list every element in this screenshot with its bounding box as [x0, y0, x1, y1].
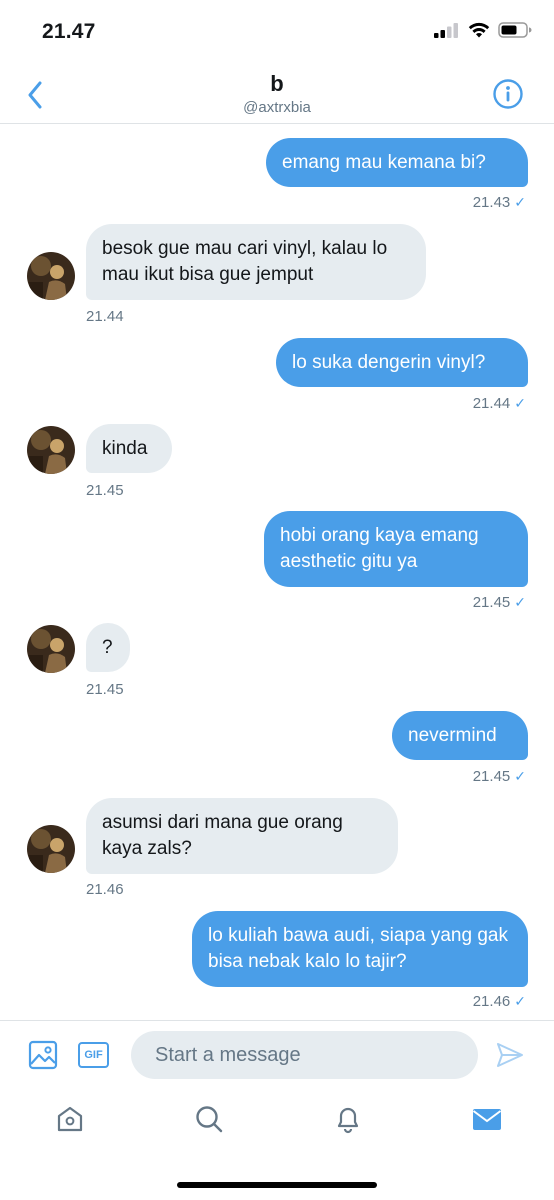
- message-bubble-outgoing[interactable]: emang mau kemana bi?: [266, 138, 528, 187]
- status-time: 21.47: [42, 20, 96, 43]
- check-icon: ✓: [514, 395, 526, 411]
- message-text: besok gue mau cari vinyl, kalau lo mau i…: [102, 238, 388, 285]
- tab-home[interactable]: [55, 1104, 85, 1134]
- message-bubble-incoming[interactable]: asumsi dari mana gue orang kaya zals?: [86, 798, 398, 874]
- search-icon: [196, 1106, 223, 1133]
- tab-notifications[interactable]: [333, 1104, 363, 1134]
- check-icon: ✓: [514, 194, 526, 210]
- check-icon: ✓: [514, 594, 526, 610]
- message-input-placeholder: Start a message: [155, 1043, 301, 1066]
- send-icon: [497, 1043, 523, 1067]
- image-icon: [28, 1040, 58, 1070]
- conversation-title: b: [270, 71, 284, 96]
- conversation-handle: @axtrxbia: [243, 99, 311, 116]
- timestamp-text: 21.45: [472, 594, 511, 611]
- message-bubble-outgoing[interactable]: nevermind: [392, 711, 528, 760]
- tab-search[interactable]: [194, 1104, 224, 1134]
- avatar-image: [27, 825, 75, 873]
- media-button[interactable]: [28, 1040, 58, 1070]
- avatar[interactable]: [27, 825, 75, 873]
- message-bubble-incoming[interactable]: kinda: [86, 424, 172, 473]
- tab-messages[interactable]: [472, 1104, 502, 1134]
- message-bubble-outgoing[interactable]: lo kuliah bawa audi, siapa yang gak bisa…: [192, 911, 528, 987]
- message-timestamp: 21.46 ✓: [473, 993, 526, 1010]
- envelope-icon: [472, 1109, 502, 1130]
- check-icon: ✓: [514, 993, 526, 1009]
- battery-icon: [498, 22, 532, 38]
- message-text: hobi orang kaya emang aesthetic gitu ya: [280, 525, 479, 572]
- message-timestamp: 21.44: [86, 308, 124, 325]
- avatar-image: [27, 252, 75, 300]
- message-bubble-incoming[interactable]: besok gue mau cari vinyl, kalau lo mau i…: [86, 224, 426, 300]
- message-text: emang mau kemana bi?: [282, 151, 486, 173]
- message-text: ?: [102, 636, 113, 658]
- message-timestamp: 21.45: [86, 482, 124, 499]
- timestamp-text: 21.44: [472, 395, 511, 412]
- message-bubble-outgoing[interactable]: hobi orang kaya emang aesthetic gitu ya: [264, 511, 528, 587]
- avatar[interactable]: [27, 252, 75, 300]
- message-text: lo suka dengerin vinyl?: [292, 351, 486, 373]
- timestamp-text: 21.46: [472, 993, 511, 1010]
- home-icon: [57, 1106, 83, 1132]
- avatar-image: [27, 426, 75, 474]
- check-icon: ✓: [514, 768, 526, 784]
- send-button[interactable]: [496, 1041, 524, 1069]
- message-timestamp: 21.45: [86, 681, 124, 698]
- timestamp-text: 21.45: [472, 768, 511, 785]
- bell-icon: [337, 1107, 359, 1134]
- gif-button[interactable]: GIF: [78, 1042, 109, 1068]
- message-list: emang mau kemana bi? 21.43 ✓ besok gue ma…: [0, 124, 554, 1020]
- message-text: asumsi dari mana gue orang kaya zals?: [102, 812, 343, 859]
- home-indicator: [177, 1182, 377, 1188]
- info-icon: [493, 79, 523, 109]
- wifi-icon: [468, 22, 490, 38]
- message-text: kinda: [102, 437, 148, 459]
- message-bubble-outgoing[interactable]: lo suka dengerin vinyl?: [276, 338, 528, 387]
- message-timestamp: 21.43 ✓: [473, 194, 526, 211]
- timestamp-text: 21.43: [472, 194, 511, 211]
- info-button[interactable]: [492, 78, 524, 110]
- message-text: nevermind: [408, 724, 497, 746]
- message-text: lo kuliah bawa audi, siapa yang gak bisa…: [208, 925, 508, 972]
- conversation-header: b @axtrxbia: [0, 66, 554, 124]
- message-timestamp: 21.46: [86, 881, 124, 898]
- message-composer: GIF Start a message: [0, 1020, 554, 1088]
- status-bar: 21.47: [0, 0, 554, 66]
- message-timestamp: 21.44 ✓: [473, 395, 526, 412]
- signal-icon: [434, 23, 458, 38]
- message-bubble-incoming[interactable]: ?: [86, 623, 130, 672]
- avatar[interactable]: [27, 426, 75, 474]
- message-timestamp: 21.45 ✓: [473, 594, 526, 611]
- avatar-image: [27, 625, 75, 673]
- status-icons: [434, 22, 532, 38]
- message-timestamp: 21.45 ✓: [473, 768, 526, 785]
- avatar[interactable]: [27, 625, 75, 673]
- message-input[interactable]: Start a message: [131, 1031, 478, 1079]
